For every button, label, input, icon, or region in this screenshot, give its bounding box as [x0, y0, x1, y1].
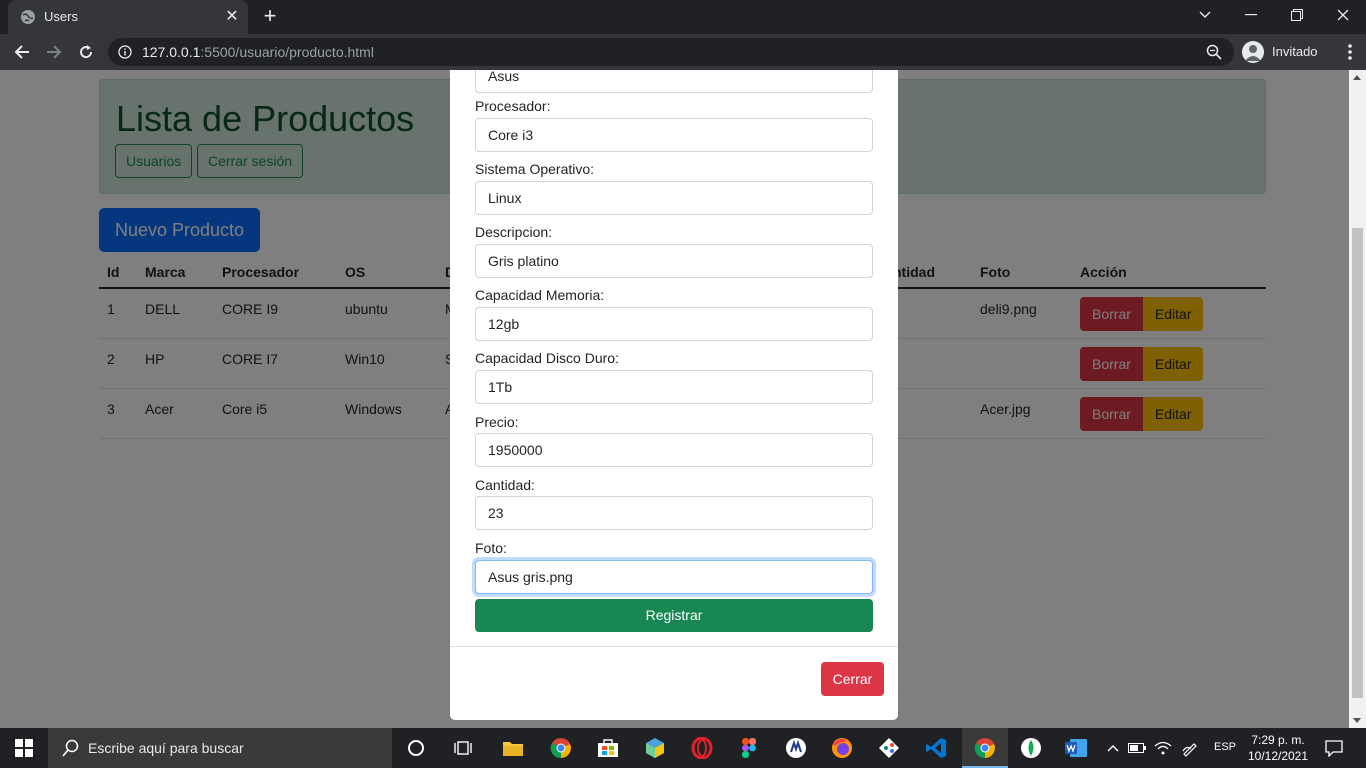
chevron-up-icon[interactable]: [1103, 736, 1123, 760]
app-shield-icon[interactable]: [784, 736, 808, 760]
mongodb-icon[interactable]: [1019, 736, 1043, 760]
chevron-down-icon[interactable]: [1182, 0, 1228, 30]
url-path: :5500/usuario/producto.html: [200, 44, 374, 60]
taskbar: Escribe aquí para buscar ESP 7:29 p. m. …: [0, 728, 1366, 768]
avatar: [1242, 41, 1264, 63]
marca-input[interactable]: Asus: [475, 70, 873, 93]
taskbar-search[interactable]: Escribe aquí para buscar: [48, 728, 392, 768]
wifi-icon[interactable]: [1153, 736, 1173, 760]
store-icon[interactable]: [596, 736, 620, 760]
search-placeholder: Escribe aquí para buscar: [88, 740, 244, 756]
globe-icon: [20, 9, 36, 25]
cantidad-input[interactable]: 23: [475, 496, 873, 530]
file-explorer-icon[interactable]: [501, 736, 525, 760]
task-view-icon[interactable]: [451, 736, 475, 760]
address-bar[interactable]: 127.0.0.1:5500/usuario/producto.html: [108, 38, 1234, 66]
restore-button[interactable]: [1274, 0, 1320, 30]
sistema-operativo-input[interactable]: Linux: [475, 181, 873, 215]
vscode-icon[interactable]: [924, 736, 948, 760]
sistema-operativo-label: Sistema Operativo:: [475, 161, 595, 177]
info-icon[interactable]: [118, 45, 132, 59]
chrome-active-icon[interactable]: [973, 736, 997, 760]
battery-icon[interactable]: [1127, 736, 1147, 760]
new-tab-button[interactable]: +: [258, 5, 282, 28]
notifications-icon[interactable]: [1322, 736, 1346, 760]
browser-toolbar: 127.0.0.1:5500/usuario/producto.html: [0, 34, 1366, 70]
figma-icon[interactable]: [737, 736, 761, 760]
capacidad-disco-input[interactable]: 1Tb: [475, 370, 873, 404]
cortana-icon[interactable]: [404, 736, 428, 760]
url-text[interactable]: 127.0.0.1:5500/usuario/producto.html: [142, 44, 374, 60]
profile-button[interactable]: Invitado: [1238, 38, 1330, 66]
procesador-label: Procesador:: [475, 98, 551, 114]
foto-input[interactable]: Asus gris.png: [475, 560, 873, 594]
profile-label: Invitado: [1272, 44, 1318, 59]
url-host: 127.0.0.1: [142, 44, 201, 60]
tab-title: Users: [44, 9, 78, 24]
menu-dots-icon[interactable]: [1342, 40, 1358, 64]
chrome-icon[interactable]: [549, 736, 573, 760]
capacidad-memoria-input[interactable]: 12gb: [475, 307, 873, 341]
opera-icon[interactable]: [690, 736, 714, 760]
clock-time: 7:29 p. m.: [1251, 733, 1305, 747]
search-icon: [62, 739, 80, 757]
scroll-thumb[interactable]: [1352, 228, 1363, 698]
capacidad-memoria-label: Capacidad Memoria:: [475, 287, 605, 303]
scrollbar[interactable]: [1349, 70, 1366, 728]
reload-icon[interactable]: [74, 40, 98, 64]
page-viewport: Lista de Productos Usuarios Cerrar sesió…: [0, 70, 1349, 728]
descripcion-input[interactable]: Gris platino: [475, 244, 873, 278]
scroll-up-arrow[interactable]: [1353, 75, 1361, 80]
zoom-icon[interactable]: [1206, 44, 1222, 60]
browser-tab[interactable]: Users ✕: [8, 0, 248, 34]
clock[interactable]: 7:29 p. m. 10/12/2021: [1246, 732, 1310, 764]
procesador-input[interactable]: Core i3: [475, 118, 873, 152]
clock-date: 10/12/2021: [1247, 749, 1309, 763]
product-modal: Asus Procesador: Core i3 Sistema Operati…: [450, 70, 898, 720]
language-indicator[interactable]: ESP: [1214, 741, 1236, 753]
cantidad-label: Cantidad:: [475, 477, 535, 493]
back-arrow-icon[interactable]: [10, 40, 34, 64]
descripcion-label: Descripcion:: [475, 224, 553, 240]
modal-footer-divider: [450, 646, 898, 647]
forward-arrow-icon[interactable]: [42, 40, 66, 64]
firefox-icon[interactable]: [830, 736, 854, 760]
minimize-button[interactable]: [1228, 0, 1274, 30]
word-icon[interactable]: [1064, 736, 1088, 760]
windows-start-icon[interactable]: [0, 728, 48, 768]
capacidad-disco-label: Capacidad Disco Duro:: [475, 350, 619, 366]
close-icon[interactable]: ✕: [222, 7, 242, 27]
registrar-button[interactable]: Registrar: [475, 599, 873, 632]
pen-icon[interactable]: [1180, 736, 1200, 760]
close-window-button[interactable]: [1320, 0, 1366, 30]
precio-label: Precio:: [475, 414, 519, 430]
foto-label: Foto:: [475, 540, 507, 556]
browser-tab-bar: Users ✕ +: [0, 0, 1366, 34]
scroll-down-arrow[interactable]: [1353, 718, 1361, 723]
cerrar-button[interactable]: Cerrar: [821, 662, 884, 696]
precio-input[interactable]: 1950000: [475, 433, 873, 467]
app-cube-icon[interactable]: [643, 736, 667, 760]
git-kraken-icon[interactable]: [877, 736, 901, 760]
